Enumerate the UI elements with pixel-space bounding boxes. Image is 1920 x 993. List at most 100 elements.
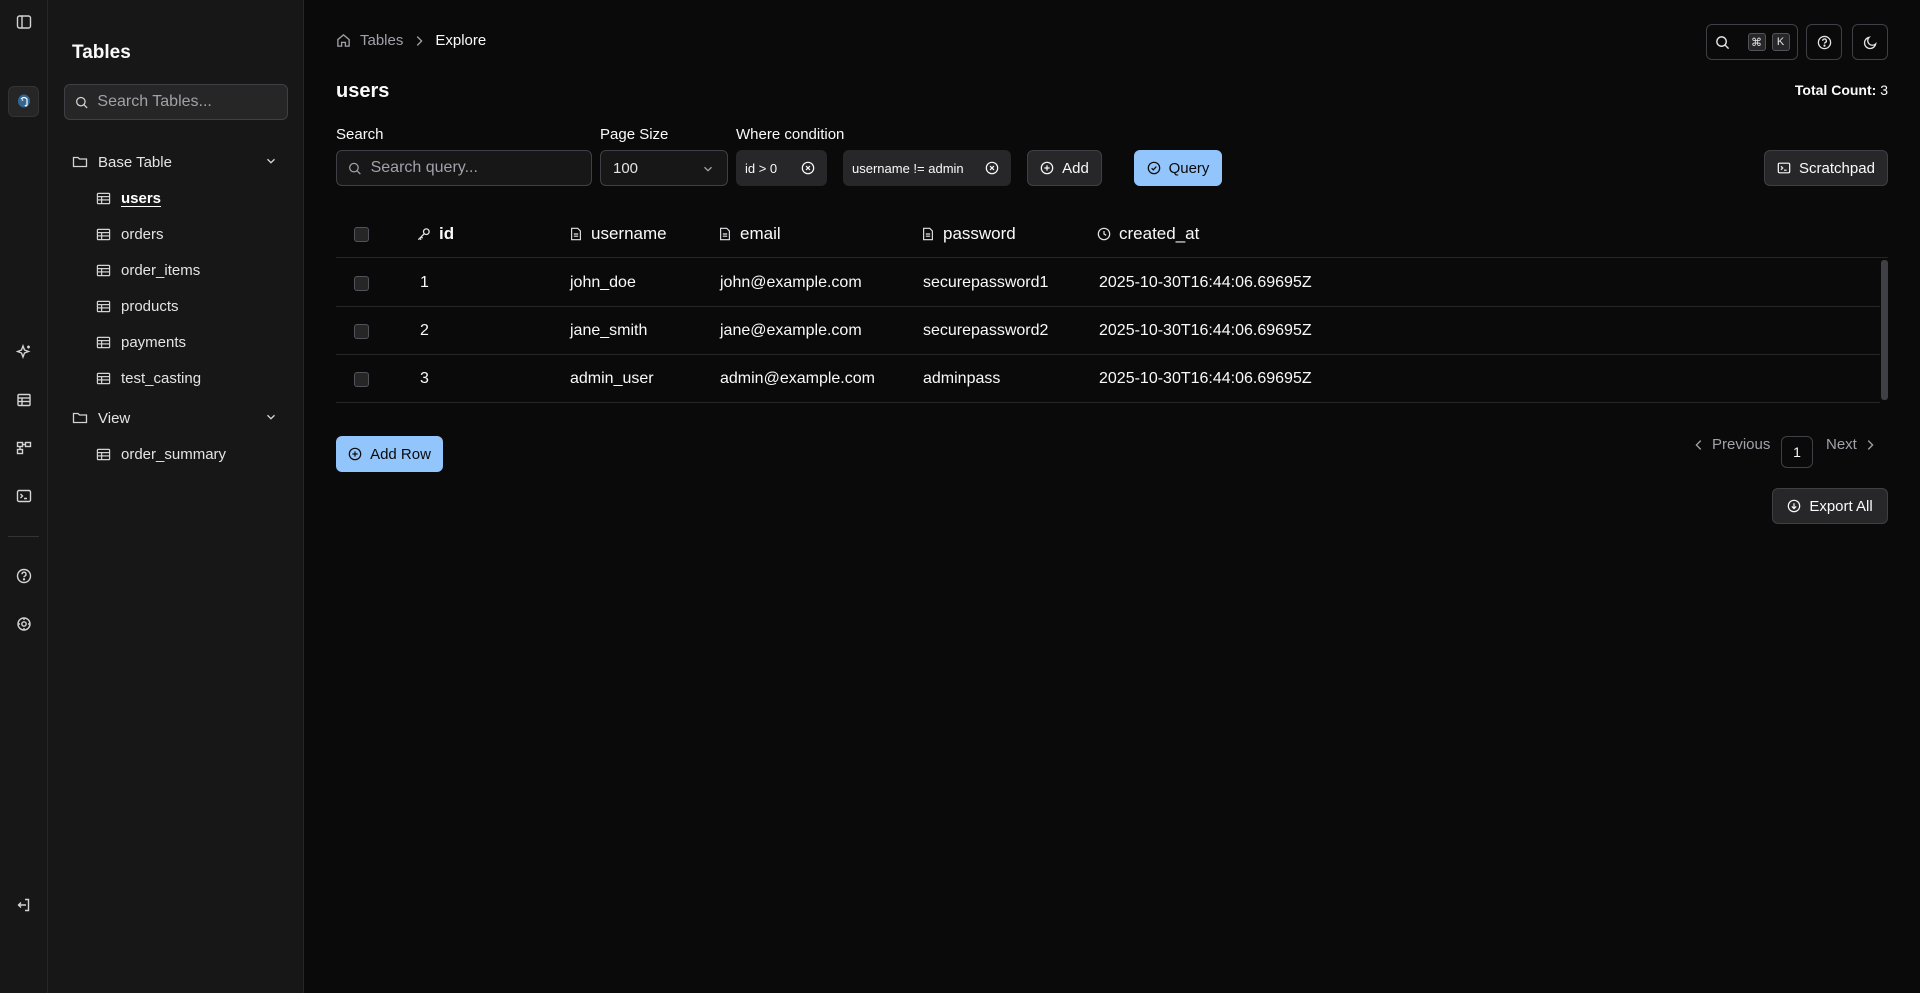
- cell-created-at[interactable]: 2025-10-30T16:44:06.69695Z: [1099, 355, 1312, 403]
- breadcrumb-current: Explore: [435, 32, 487, 49]
- table-icon: [96, 448, 111, 460]
- previous-page-button[interactable]: Previous: [1692, 436, 1770, 453]
- folder-icon: [72, 156, 88, 168]
- row-checkbox[interactable]: [354, 323, 369, 339]
- next-label: Next: [1826, 436, 1857, 453]
- main-content: Tables Explore ⌘ K users Total Count: 3 …: [304, 0, 1920, 993]
- sidebar-title: Tables: [72, 42, 131, 63]
- row-checkbox[interactable]: [354, 275, 369, 291]
- chevron-down-icon[interactable]: [264, 154, 278, 168]
- table-header: id username email password created_at: [336, 210, 1888, 258]
- cell-email[interactable]: john@example.com: [720, 259, 862, 307]
- column-header-id[interactable]: id: [416, 210, 454, 258]
- page-size-value: 100: [613, 159, 639, 177]
- column-header-username[interactable]: username: [569, 210, 667, 258]
- table-search-input[interactable]: [97, 93, 287, 111]
- query-search-box[interactable]: [336, 150, 592, 186]
- theme-toggle-button[interactable]: [1852, 24, 1888, 60]
- sidebar-item-label: orders: [121, 225, 164, 243]
- condition-chip: username != admin: [843, 150, 1011, 186]
- table-icon: [96, 336, 111, 348]
- logout-icon[interactable]: [12, 893, 36, 917]
- scrollbar-thumb[interactable]: [1881, 260, 1888, 400]
- cell-created-at[interactable]: 2025-10-30T16:44:06.69695Z: [1099, 259, 1312, 307]
- kbd-k: K: [1771, 33, 1790, 51]
- select-all-checkbox[interactable]: [354, 226, 369, 242]
- total-count-value: 3: [1880, 82, 1888, 98]
- check-circle-icon: [1147, 161, 1160, 175]
- cell-password[interactable]: adminpass: [923, 355, 1000, 403]
- remove-condition-icon[interactable]: [801, 161, 815, 175]
- column-header-email[interactable]: email: [718, 210, 781, 258]
- cell-id[interactable]: 1: [420, 259, 429, 307]
- scratchpad-button[interactable]: Scratchpad: [1764, 150, 1888, 186]
- sidebar-item-orders[interactable]: orders: [96, 222, 164, 246]
- cell-id[interactable]: 3: [420, 355, 429, 403]
- next-page-button[interactable]: Next: [1826, 436, 1877, 453]
- column-header-password[interactable]: password: [921, 210, 1016, 258]
- breadcrumb-tables-link[interactable]: Tables: [360, 32, 403, 49]
- column-header-created-at[interactable]: created_at: [1097, 210, 1199, 258]
- sidebar-item-order-items[interactable]: order_items: [96, 258, 200, 282]
- sidebar-item-payments[interactable]: payments: [96, 330, 186, 354]
- sidebar-item-label: payments: [121, 333, 187, 351]
- terminal-icon[interactable]: [12, 484, 36, 508]
- table-row[interactable]: 1 john_doe john@example.com securepasswo…: [336, 259, 1880, 307]
- chevron-down-icon[interactable]: [264, 410, 278, 424]
- query-search-input[interactable]: [370, 159, 591, 177]
- sidebar-item-products[interactable]: products: [96, 294, 179, 318]
- tree-group-view[interactable]: View: [72, 406, 288, 430]
- breadcrumb: Tables Explore: [336, 32, 486, 49]
- page-size-select[interactable]: 100: [600, 150, 728, 186]
- table-search-box[interactable]: [64, 84, 288, 120]
- icon-rail: [0, 0, 48, 993]
- kbd-cmd: ⌘: [1747, 33, 1766, 51]
- condition-text: id > 0: [745, 160, 778, 176]
- ai-sparkle-icon[interactable]: [12, 340, 36, 364]
- page-title: users: [336, 80, 390, 102]
- table-icon: [96, 228, 111, 240]
- database-logo-icon[interactable]: [8, 86, 39, 117]
- settings-icon[interactable]: [12, 612, 36, 636]
- sidebar-item-order-summary[interactable]: order_summary: [96, 442, 226, 466]
- add-row-button[interactable]: Add Row: [336, 436, 443, 472]
- tables-icon[interactable]: [12, 388, 36, 412]
- tree-group-base-table[interactable]: Base Table: [72, 150, 288, 174]
- cell-email[interactable]: jane@example.com: [720, 307, 862, 355]
- cell-password[interactable]: securepassword2: [923, 307, 1048, 355]
- cell-username[interactable]: admin_user: [570, 355, 654, 403]
- tree-group-label: Base Table: [98, 153, 172, 171]
- search-icon: [76, 96, 88, 108]
- schema-graph-icon[interactable]: [12, 436, 36, 460]
- cell-created-at[interactable]: 2025-10-30T16:44:06.69695Z: [1099, 307, 1312, 355]
- sidebar-toggle-icon[interactable]: [12, 10, 36, 34]
- cell-password[interactable]: securepassword1: [923, 259, 1048, 307]
- plus-circle-icon: [348, 447, 362, 461]
- column-header-label: id: [439, 224, 455, 243]
- page-size-label: Page Size: [600, 126, 669, 143]
- command-search-button[interactable]: ⌘ K: [1706, 24, 1798, 60]
- row-checkbox[interactable]: [354, 371, 369, 387]
- sidebar-item-label: order_items: [121, 261, 201, 279]
- sidebar-item-users[interactable]: users: [96, 186, 161, 210]
- table-icon: [96, 300, 111, 312]
- cell-id[interactable]: 2: [420, 307, 429, 355]
- column-header-label: password: [943, 224, 1016, 243]
- help-icon[interactable]: [12, 564, 36, 588]
- cell-username[interactable]: john_doe: [570, 259, 636, 307]
- query-button[interactable]: Query: [1134, 150, 1222, 186]
- page-number-button[interactable]: 1: [1781, 436, 1813, 468]
- table-row[interactable]: 2 jane_smith jane@example.com securepass…: [336, 307, 1880, 355]
- home-icon[interactable]: [336, 33, 351, 48]
- export-all-button[interactable]: Export All: [1772, 488, 1888, 524]
- help-button[interactable]: [1806, 24, 1842, 60]
- total-count-label: Total Count:: [1794, 82, 1877, 98]
- cell-username[interactable]: jane_smith: [570, 307, 647, 355]
- sidebar-item-test-casting[interactable]: test_casting: [96, 366, 201, 390]
- table-row[interactable]: 3 admin_user admin@example.com adminpass…: [336, 355, 1880, 403]
- plus-circle-icon: [1040, 161, 1054, 175]
- table-icon: [96, 372, 111, 384]
- remove-condition-icon[interactable]: [985, 161, 999, 175]
- add-condition-button[interactable]: Add: [1027, 150, 1102, 186]
- cell-email[interactable]: admin@example.com: [720, 355, 875, 403]
